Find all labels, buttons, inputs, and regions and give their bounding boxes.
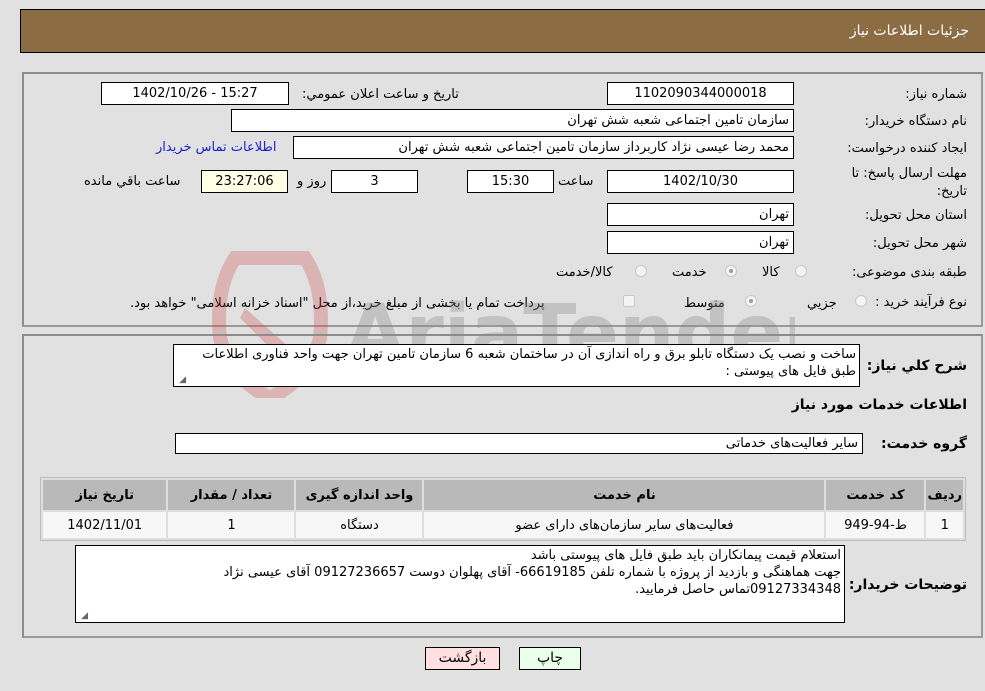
need-number-field: 1102090344000018 (607, 82, 794, 105)
process-radio-medium[interactable] (745, 295, 757, 307)
process-option-minor: جزيي (807, 296, 837, 311)
requester-label: ایجاد کننده درخواست: (847, 141, 967, 156)
buyer-notes-line: استعلام قیمت پیمانکاران باید طبق فایل ها… (530, 548, 841, 563)
col-row: رديف (926, 480, 963, 510)
summary-textarea[interactable]: ساخت و نصب یک دستگاه تابلو برق و راه اند… (173, 344, 860, 387)
announce-datetime-label: تاریخ و ساعت اعلان عمومي: (302, 87, 459, 102)
buyer-org-field: سازمان تامين اجتماعی شعبه شش تهران (231, 109, 794, 132)
deadline-date-field: 1402/10/30 (607, 170, 794, 193)
col-unit: واحد اندازه گيری (296, 480, 423, 510)
services-table: رديف کد خدمت نام خدمت واحد اندازه گيری ت… (40, 477, 966, 541)
days-remaining-field: 3 (331, 170, 418, 193)
province-field: تهران (607, 203, 794, 226)
buyer-notes-line: 09127334348تماس حاصل فرمایید. (635, 582, 841, 597)
process-label: نوع فرآیند خرید : (875, 295, 967, 310)
province-label: استان محل تحویل: (865, 208, 967, 223)
deadline-time-field: 15:30 (467, 170, 554, 193)
requester-field: محمد رضا عیسی نژاد کاربرداز سازمان تامين… (293, 136, 794, 159)
cell-service-code: ط-94-949 (826, 512, 925, 538)
announce-datetime-field: 1402/10/26 - 15:27 (101, 82, 289, 105)
cell-need-date: 1402/11/01 (43, 512, 167, 538)
col-quantity: تعداد / مقدار (168, 480, 295, 510)
days-label: روز و (297, 174, 327, 189)
deadline-label-line2: تاریخ: (936, 184, 967, 199)
buyer-org-label: نام دستگاه خريدار: (864, 114, 967, 129)
treasury-checkbox[interactable] (623, 295, 635, 307)
back-button[interactable]: بازگشت (425, 647, 500, 670)
category-option-service: خدمت (672, 265, 707, 280)
category-radio-goods-service[interactable] (635, 265, 647, 277)
need-number-label: شماره نیاز: (905, 87, 967, 102)
service-group-field: سایر فعالیت‌های خدماتی (175, 433, 863, 454)
service-group-label: گروه خدمت: (881, 436, 967, 452)
city-field: تهران (607, 231, 794, 254)
summary-label: شرح کلي نياز: (866, 358, 967, 374)
page-header: جزئیات اطلاعات نیاز (20, 9, 985, 53)
buyer-notes-textarea[interactable]: استعلام قیمت پیمانکاران باید طبق فایل ها… (75, 545, 845, 623)
process-option-medium: متوسط (684, 296, 725, 311)
process-radio-minor[interactable] (855, 295, 867, 307)
col-service-code: کد خدمت (826, 480, 925, 510)
services-section-title: اطلاعات خدمات مورد نياز (791, 397, 967, 413)
time-remaining-field: 23:27:06 (201, 170, 288, 193)
treasury-note: پرداخت تمام یا بخشی از مبلغ خرید،از محل … (130, 296, 545, 311)
deadline-label-line1: مهلت ارسال پاسخ: تا (851, 166, 967, 181)
buyer-notes-label: توضيحات خريدار: (848, 577, 967, 593)
table-row: 1 ط-94-949 فعالیت‌های سایر سازمان‌های دا… (43, 512, 963, 538)
table-header-row: رديف کد خدمت نام خدمت واحد اندازه گيری ت… (43, 480, 963, 510)
time-remaining-label: ساعت باقي مانده (84, 174, 181, 189)
page-title: جزئیات اطلاعات نیاز (849, 23, 969, 39)
deadline-time-label: ساعت (558, 174, 594, 189)
category-option-goods-service: کالا/خدمت (556, 265, 613, 280)
cell-row: 1 (926, 512, 963, 538)
resize-grip-icon[interactable]: ◢ (176, 375, 186, 385)
category-label: طبقه بندی موضوعی: (851, 265, 967, 280)
city-label: شهر محل تحویل: (872, 236, 967, 251)
cell-quantity: 1 (168, 512, 295, 538)
category-radio-service[interactable] (725, 265, 737, 277)
print-button[interactable]: چاپ (519, 647, 581, 670)
buyer-contact-link[interactable]: اطلاعات تماس خريدار (156, 140, 276, 155)
category-option-goods: کالا (762, 265, 780, 280)
col-need-date: تاريخ نياز (43, 480, 167, 510)
buyer-notes-line: جهت هماهنگی و بازدید از پروژه با شماره ت… (223, 565, 842, 580)
col-service-name: نام خدمت (424, 480, 825, 510)
cell-service-name: فعالیت‌های سایر سازمان‌های دارای عضو (424, 512, 825, 538)
category-radio-goods[interactable] (795, 265, 807, 277)
summary-text: ساخت و نصب یک دستگاه تابلو برق و راه اند… (202, 347, 856, 379)
cell-unit: دستگاه (296, 512, 423, 538)
resize-grip-icon[interactable]: ◢ (78, 611, 88, 621)
